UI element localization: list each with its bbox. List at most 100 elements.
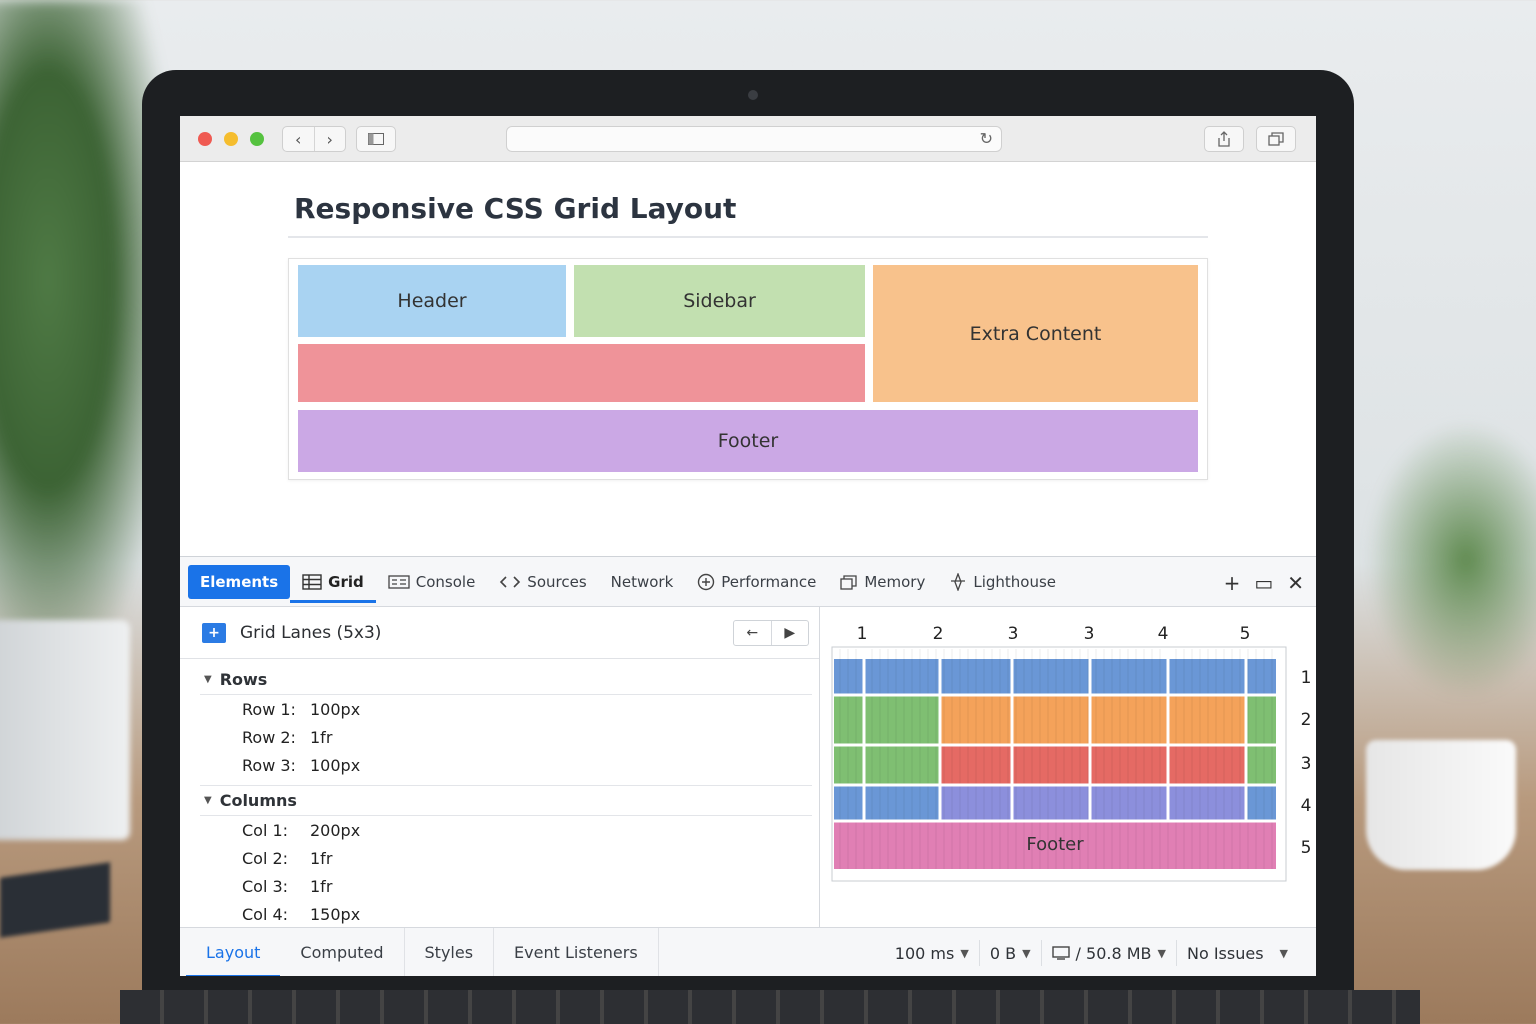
- background-plant-right: [1366, 420, 1536, 700]
- tab-lighthouse[interactable]: Lighthouse: [937, 565, 1068, 599]
- prop-key: Row 1:: [242, 699, 296, 719]
- overlay-column-number: 5: [1240, 624, 1251, 644]
- tab-event-listeners[interactable]: Event Listeners: [494, 927, 659, 976]
- prop-key: Row 2:: [242, 727, 296, 747]
- tab-console[interactable]: Console: [376, 565, 488, 599]
- devtools-body: + Grid Lanes (5x3) ← ▶ ▼ Rows Row 1: 100px…: [180, 607, 1316, 927]
- grid-cell-header: Header: [298, 265, 566, 337]
- rows-header[interactable]: ▼ Rows: [200, 665, 812, 695]
- prop-key: Row 3:: [242, 755, 296, 775]
- devtools-status-bar: Layout Computed Styles Event Listeners 1…: [180, 927, 1316, 976]
- overlay-cell: [1090, 785, 1168, 821]
- background-cup: [1366, 740, 1516, 870]
- overlay-cell: [1090, 659, 1168, 695]
- tab-grid[interactable]: Grid: [290, 565, 376, 603]
- back-button[interactable]: ‹: [283, 127, 314, 151]
- chevron-right-icon: ›: [326, 129, 333, 149]
- prop-key: Col 3:: [242, 876, 289, 896]
- forward-button[interactable]: ›: [313, 127, 346, 151]
- overlay-cell: [864, 695, 940, 745]
- camera: [748, 90, 758, 100]
- tab-layout[interactable]: Layout: [186, 928, 280, 977]
- share-button[interactable]: [1204, 126, 1244, 152]
- share-icon: [1218, 131, 1230, 147]
- close-window-button[interactable]: [198, 132, 212, 146]
- minimize-window-button[interactable]: [224, 132, 238, 146]
- overlay-footer-label: Footer: [1026, 834, 1084, 855]
- overlay-column-number: 3: [1084, 624, 1095, 644]
- address-bar[interactable]: ↻: [506, 126, 1002, 152]
- overlay-row-number: 3: [1301, 754, 1312, 774]
- overlay-cell: [834, 785, 864, 821]
- grid-cell-footer: Footer: [298, 410, 1198, 472]
- issues-value: No Issues: [1186, 943, 1264, 963]
- play-right-icon[interactable]: ▶: [770, 621, 809, 645]
- prop-value: 1fr: [310, 848, 333, 868]
- dock-icon[interactable]: ▭: [1254, 571, 1273, 595]
- tab-styles[interactable]: Styles: [405, 927, 495, 976]
- overlay-cell: [834, 659, 864, 695]
- tab-sources[interactable]: Sources: [487, 565, 598, 599]
- chevron-left-icon: ‹: [295, 129, 302, 149]
- prop-value: 150px: [310, 904, 361, 924]
- grid-lanes-icon: +: [202, 622, 226, 643]
- grid-container: Header Sidebar Extra Content Footer: [288, 258, 1208, 480]
- overlay-cell: [1168, 695, 1246, 745]
- grid-lanes-header: + Grid Lanes (5x3) ← ▶: [180, 607, 819, 659]
- laptop-frame: ‹ › ↻ Responsive CSS Grid Layout Header …: [142, 70, 1354, 1024]
- column-prop: Col 2: 1fr: [200, 844, 812, 872]
- bytes-value: 0 B: [989, 943, 1017, 963]
- screen: ‹ › ↻ Responsive CSS Grid Layout Header …: [180, 116, 1316, 976]
- tab-label: Network: [610, 572, 674, 591]
- prop-key: Col 4:: [242, 904, 289, 924]
- columns-section: ▼ Columns Col 1: 200px Col 2: 1fr Col 3: 1fr…: [200, 785, 812, 928]
- bytes-metric[interactable]: 0 B ▼: [980, 940, 1042, 966]
- tab-label: Memory: [864, 572, 926, 591]
- tab-memory[interactable]: Memory: [828, 565, 937, 599]
- tab-performance[interactable]: Performance: [685, 565, 828, 599]
- tab-overview-button[interactable]: [1256, 126, 1296, 152]
- prop-value: 100px: [310, 699, 361, 719]
- background-notebook: [0, 862, 110, 938]
- sidebar-toggle-button[interactable]: [356, 126, 396, 152]
- prop-value: 1fr: [310, 876, 333, 896]
- reload-icon[interactable]: ↻: [980, 129, 993, 148]
- caret-down-icon: ▼: [204, 795, 212, 806]
- tab-elements[interactable]: Elements: [188, 564, 291, 599]
- background-pot: [0, 620, 130, 840]
- overlay-cell: [864, 659, 940, 695]
- grid-cell-extra-content: Extra Content: [873, 265, 1198, 402]
- overlay-row-number: 4: [1301, 796, 1312, 816]
- device-icon: [1051, 946, 1070, 960]
- issues-metric[interactable]: No Issues ▼: [1177, 940, 1298, 966]
- devtools-panel: Elements Grid Console Sources Network Pe…: [180, 556, 1316, 976]
- overlay-column-number: 4: [1158, 624, 1169, 644]
- arrow-left-icon[interactable]: ←: [734, 621, 771, 645]
- prop-value: 100px: [310, 755, 361, 775]
- keyboard: [120, 990, 1420, 1024]
- tab-label: Sources: [527, 572, 587, 591]
- grid-lanes-title: Grid Lanes (5x3): [240, 622, 382, 643]
- column-prop: Col 4: 150px: [200, 900, 812, 928]
- add-icon[interactable]: +: [1224, 571, 1241, 595]
- close-icon[interactable]: ✕: [1287, 571, 1304, 595]
- overlay-cell: [1246, 695, 1276, 745]
- title-divider: [288, 236, 1208, 238]
- tab-network[interactable]: Network: [599, 565, 686, 599]
- column-prop: Col 1: 200px: [200, 816, 812, 844]
- tab-computed[interactable]: Computed: [280, 927, 405, 976]
- console-icon: [388, 574, 410, 589]
- devtools-tab-bar: Elements Grid Console Sources Network Pe…: [180, 557, 1316, 607]
- memory-metric[interactable]: / 50.8 MB ▼: [1042, 940, 1177, 966]
- column-prop: Col 3: 1fr: [200, 872, 812, 900]
- status-metrics: 100 ms ▼ 0 B ▼ / 50.8 MB ▼ No Issues ▼: [885, 928, 1298, 976]
- time-metric[interactable]: 100 ms ▼: [885, 940, 980, 966]
- performance-icon: [698, 573, 715, 590]
- row-prop: Row 2: 1fr: [200, 723, 812, 751]
- time-value: 100 ms: [894, 943, 955, 963]
- maximize-window-button[interactable]: [250, 132, 264, 146]
- tab-label: Performance: [721, 572, 817, 591]
- columns-header[interactable]: ▼ Columns: [200, 786, 812, 816]
- grid-properties-pane: + Grid Lanes (5x3) ← ▶ ▼ Rows Row 1: 100px…: [180, 607, 820, 927]
- lighthouse-icon: [951, 572, 966, 591]
